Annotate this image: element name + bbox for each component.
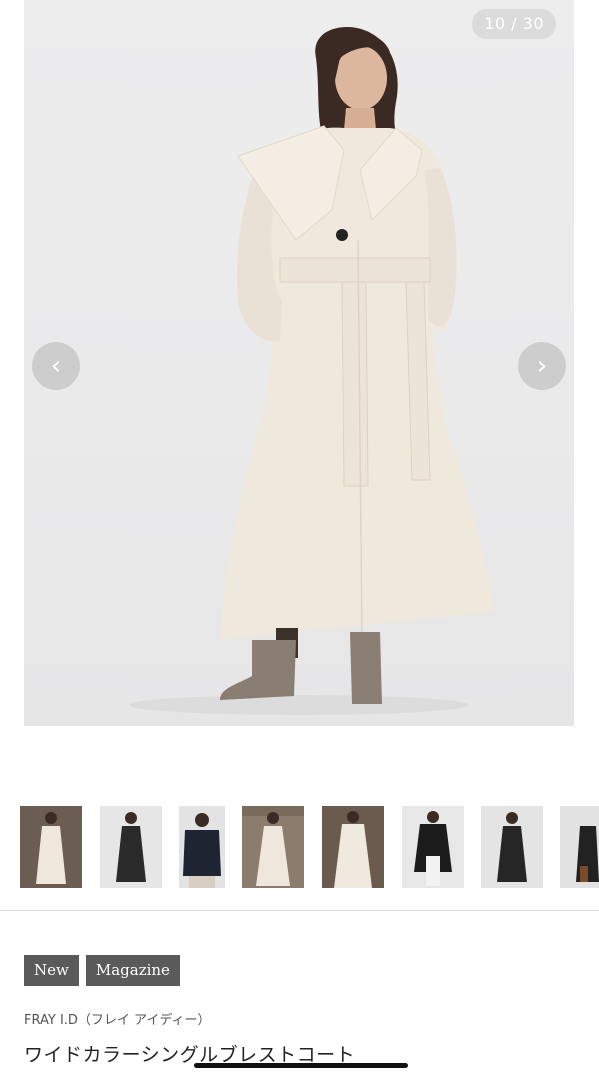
thumbnail-5[interactable] [322, 806, 384, 888]
chevron-left-icon: ‹ [50, 351, 62, 381]
brand-name[interactable]: FRAY I.D（フレイ アイディー） [24, 1009, 211, 1028]
next-image-button[interactable]: › [518, 342, 566, 390]
previous-image-button[interactable]: ‹ [32, 342, 80, 390]
tag-new[interactable]: New [24, 955, 79, 986]
thumbnail-4[interactable] [242, 806, 304, 888]
thumbnail-1[interactable] [20, 806, 82, 888]
chevron-right-icon: › [536, 351, 548, 381]
thumbnail-strip[interactable] [20, 806, 599, 888]
image-counter: 10 / 30 [472, 9, 556, 39]
thumbnail-2[interactable] [100, 806, 162, 888]
thumbnail-6[interactable] [402, 806, 464, 888]
thumbnail-3[interactable] [179, 806, 241, 888]
model-cream-coat-photo [129, 27, 494, 715]
thumbnail-8[interactable] [560, 806, 599, 888]
product-main-image[interactable]: 10 / 30 ‹ › [24, 0, 574, 726]
product-tags: New Magazine [24, 955, 180, 986]
tag-magazine[interactable]: Magazine [85, 955, 180, 986]
thumbnail-7[interactable] [481, 806, 543, 888]
section-divider [0, 910, 599, 911]
home-indicator [194, 1063, 408, 1068]
